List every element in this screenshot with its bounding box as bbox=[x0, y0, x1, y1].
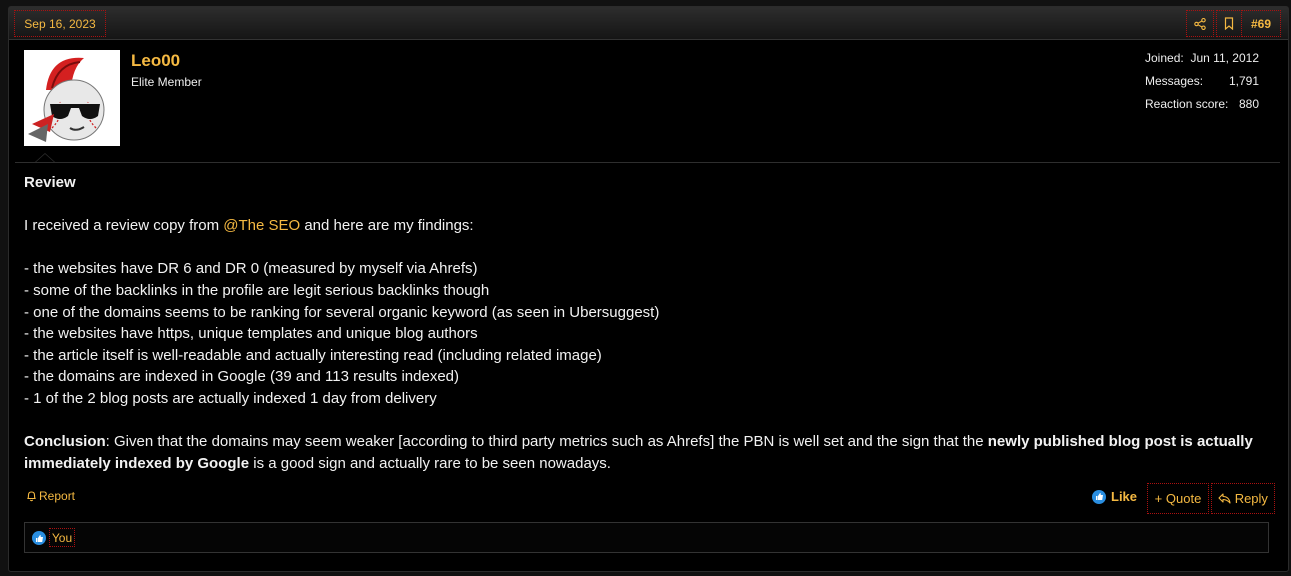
conclusion-paragraph: Conclusion: Given that the domains may s… bbox=[24, 431, 1264, 474]
share-icon bbox=[1194, 17, 1206, 30]
conclusion-text: : Given that the domains may seem weaker… bbox=[105, 433, 988, 451]
stat-messages: Messages: 1,791 bbox=[1145, 74, 1275, 97]
post-date-link[interactable]: Sep 16, 2023 bbox=[14, 10, 106, 37]
bell-icon bbox=[27, 491, 36, 502]
report-label: Report bbox=[39, 489, 76, 503]
post-heading: Review bbox=[24, 174, 76, 191]
conclusion-label: Conclusion bbox=[24, 433, 106, 451]
like-label: Like bbox=[1111, 489, 1138, 504]
post-number-link[interactable]: #69 bbox=[1241, 10, 1281, 37]
list-item: - the websites have DR 6 and DR 0 (measu… bbox=[24, 260, 478, 278]
findings-list: - the websites have DR 6 and DR 0 (measu… bbox=[24, 258, 1264, 409]
like-button[interactable]: Like bbox=[1092, 489, 1137, 504]
stat-reaction-score: Reaction score: 880 bbox=[1145, 97, 1275, 120]
intro-text: and here are my findings: bbox=[300, 217, 474, 235]
stat-label: Joined: bbox=[1145, 51, 1184, 65]
intro-text: I received a review copy from bbox=[24, 217, 224, 235]
list-item: - the websites have https, unique templa… bbox=[24, 325, 478, 343]
post-header: Sep 16, 2023 #69 bbox=[9, 7, 1288, 40]
post-body: Review I received a review copy from @Th… bbox=[24, 172, 1264, 474]
stat-value: 880 bbox=[1238, 97, 1259, 111]
reply-button[interactable]: Reply bbox=[1211, 483, 1275, 514]
list-item: - 1 of the 2 blog posts are actually ind… bbox=[24, 389, 437, 407]
list-item: - one of the domains seems to be ranking… bbox=[24, 303, 660, 321]
bookmark-icon bbox=[1224, 17, 1234, 30]
user-title: Elite Member bbox=[131, 75, 202, 89]
message-pointer-arrow bbox=[35, 153, 55, 162]
report-link[interactable]: Report bbox=[26, 489, 75, 503]
forum-post: Sep 16, 2023 #69 Leo00 Elite Member Join… bbox=[8, 6, 1289, 572]
quote-label: Quote bbox=[1165, 491, 1202, 506]
conclusion-text: is a good sign and actually rare to be s… bbox=[249, 454, 611, 472]
stat-label: Reaction score: bbox=[1145, 97, 1229, 111]
plus-icon: + bbox=[1154, 491, 1163, 506]
reply-label: Reply bbox=[1234, 491, 1268, 506]
stat-value: 1,791 bbox=[1228, 74, 1259, 88]
stat-label: Messages: bbox=[1145, 74, 1204, 88]
bookmark-button[interactable] bbox=[1216, 10, 1242, 37]
username[interactable]: Leo00 bbox=[131, 51, 180, 71]
avatar[interactable] bbox=[24, 50, 120, 146]
reply-icon bbox=[1218, 493, 1231, 504]
list-item: - the domains are indexed in Google (39 … bbox=[24, 368, 459, 386]
user-stats: Joined: Jun 11, 2012 Messages: 1,791 Rea… bbox=[1145, 51, 1275, 120]
thumbs-up-icon bbox=[32, 531, 46, 545]
reactions-you-link[interactable]: You bbox=[49, 528, 75, 547]
post-intro: I received a review copy from @The SEO a… bbox=[24, 215, 1264, 237]
avatar-mohawk-ball-sunglasses bbox=[24, 50, 120, 146]
user-mention-link[interactable]: @The SEO bbox=[223, 217, 300, 234]
reactions-bar: You bbox=[24, 522, 1269, 553]
stat-joined: Joined: Jun 11, 2012 bbox=[1145, 51, 1275, 74]
share-button[interactable] bbox=[1186, 10, 1214, 37]
thumbs-up-icon bbox=[1092, 489, 1106, 504]
divider bbox=[15, 162, 1280, 163]
stat-value: Jun 11, 2012 bbox=[1190, 51, 1259, 65]
list-item: - the article itself is well-readable an… bbox=[24, 346, 602, 364]
quote-button[interactable]: + Quote bbox=[1147, 483, 1209, 514]
list-item: - some of the backlinks in the profile a… bbox=[24, 281, 490, 299]
